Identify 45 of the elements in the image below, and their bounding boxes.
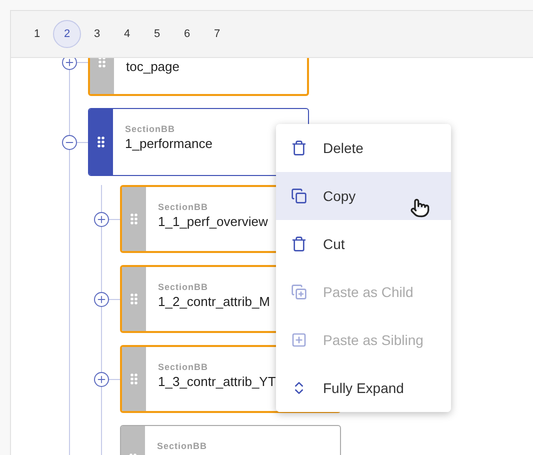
page-number[interactable]: 2 — [53, 20, 81, 48]
grip-icon — [97, 136, 105, 148]
section-name: 1_2_contr_attrib_M — [158, 294, 270, 309]
section-name: toc_page — [126, 59, 180, 74]
plus-icon — [64, 58, 75, 68]
page-number[interactable]: 7 — [203, 20, 231, 48]
grip-icon — [130, 293, 138, 305]
trash-icon — [291, 140, 307, 156]
plus-icon — [96, 214, 107, 224]
menu-item[interactable]: Delete — [276, 124, 451, 172]
menu-item[interactable]: Cut — [276, 220, 451, 268]
copy-icon — [291, 188, 307, 204]
grip-icon — [130, 213, 138, 225]
drag-handle[interactable] — [122, 187, 146, 251]
expand-button[interactable] — [94, 292, 109, 306]
section-name: 1_performance — [125, 136, 212, 151]
plus-icon — [96, 294, 107, 304]
plus-square-icon — [291, 284, 307, 300]
expand-button[interactable] — [94, 372, 109, 386]
page-number[interactable]: 4 — [113, 20, 141, 48]
expand-button[interactable] — [94, 212, 109, 226]
drag-handle[interactable] — [89, 109, 113, 175]
grip-icon — [130, 373, 138, 385]
page-number[interactable]: 6 — [173, 20, 201, 48]
collapse-button[interactable] — [62, 134, 77, 150]
section-type: SectionBB — [158, 282, 210, 292]
hand-pointer-icon — [410, 198, 430, 218]
menu-item[interactable]: Copy — [276, 172, 451, 220]
plus-icon — [96, 374, 107, 384]
section-type: SectionBB — [157, 441, 208, 451]
page-number[interactable]: 3 — [83, 20, 111, 48]
page-number[interactable]: 5 — [143, 20, 171, 48]
section-name: 1_3_contr_attrib_YT — [158, 374, 276, 389]
section-type: SectionBB — [158, 362, 210, 372]
drag-handle[interactable] — [122, 267, 146, 331]
section-name: 1_1_perf_overview — [158, 214, 268, 229]
section-card[interactable]: toc_page — [88, 58, 309, 96]
section-type: SectionBB — [158, 202, 210, 212]
section-type: SectionBB — [125, 124, 176, 134]
plus-square-icon — [291, 332, 307, 348]
expand-button[interactable] — [62, 58, 77, 70]
page-number[interactable]: 1 — [23, 20, 51, 48]
drag-handle[interactable] — [122, 347, 146, 411]
trash-icon — [291, 236, 307, 252]
menu-item[interactable]: Fully Expand — [276, 364, 451, 412]
